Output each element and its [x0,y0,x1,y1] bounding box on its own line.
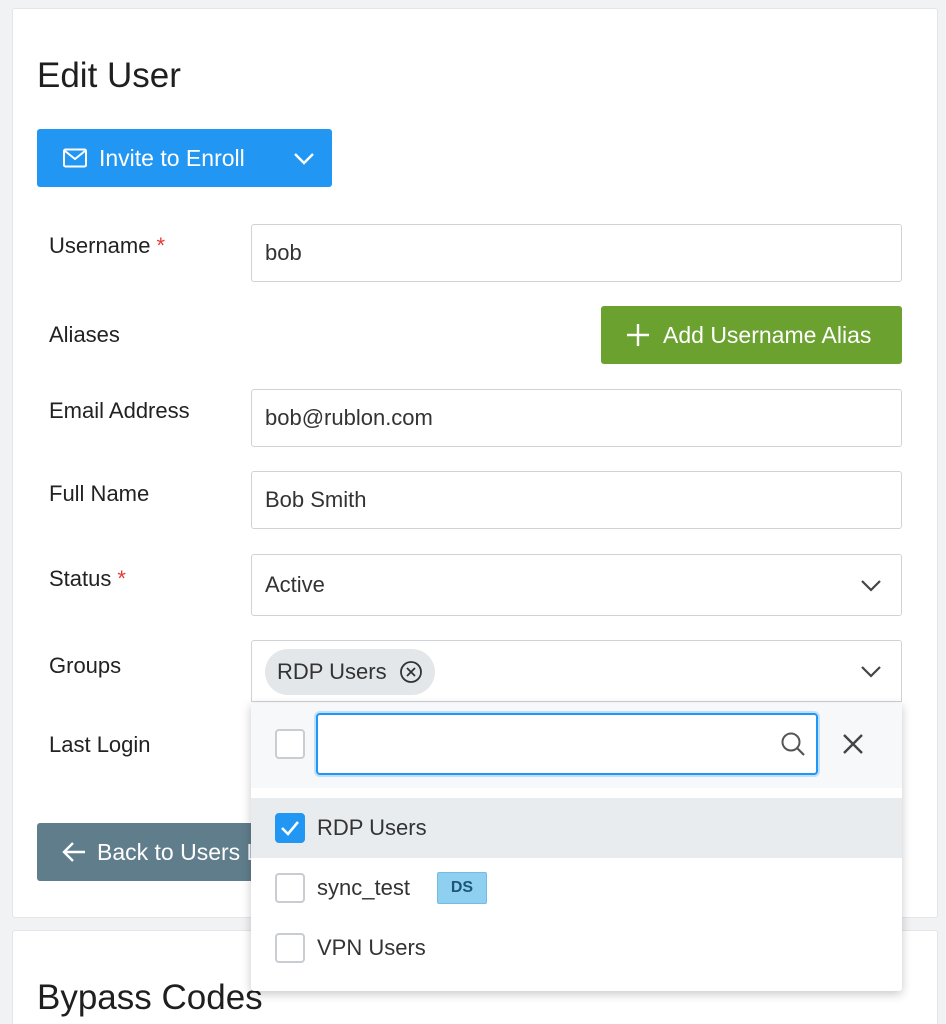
group-option-checkbox[interactable] [275,813,305,843]
email-label: Email Address [49,398,190,423]
username-input[interactable]: bob [251,224,902,282]
last-login-label: Last Login [49,732,151,757]
groups-multiselect[interactable]: RDP Users [251,640,902,702]
username-value: bob [265,240,302,265]
full-name-label: Full Name [49,481,150,506]
arrow-left-icon [61,839,87,865]
full-name-value: Bob Smith [265,487,367,512]
group-option-label: sync_test [317,875,410,900]
invite-to-enroll-button[interactable]: Invite to Enroll [37,129,332,187]
full-name-field[interactable]: Bob Smith [251,471,902,529]
groups-dropdown-header [251,703,902,788]
add-username-alias-button[interactable]: Add Username Alias [601,306,902,364]
back-to-users-label: Back to Users List [97,838,277,865]
plus-icon [625,322,651,348]
required-mark: * [117,566,126,591]
group-option-sync-test[interactable]: sync_test DS [251,858,902,918]
select-all-checkbox[interactable] [275,729,305,759]
group-chip-label: RDP Users [277,659,387,684]
email-value: bob@rublon.com [265,405,433,430]
add-username-alias-label: Add Username Alias [663,321,872,348]
required-mark: * [156,233,166,258]
invite-to-enroll-label: Invite to Enroll [99,144,245,171]
checkmark-icon [281,821,299,836]
directory-sync-badge: DS [437,872,487,904]
status-select[interactable]: Active [251,554,902,616]
status-value: Active [265,572,325,597]
circle-x-icon[interactable] [399,660,423,684]
close-icon[interactable] [839,730,867,758]
status-label: Status * [49,566,126,591]
envelope-icon [63,146,87,170]
groups-search-input[interactable] [316,713,818,775]
bypass-codes-title: Bypass Codes [37,978,263,1017]
group-option-label: RDP Users [317,815,427,840]
email-field[interactable]: bob@rublon.com [251,389,902,447]
aliases-label: Aliases [49,322,120,347]
group-option-vpn-users[interactable]: VPN Users [251,918,902,978]
group-option-checkbox[interactable] [275,933,305,963]
group-chip-rdp-users: RDP Users [265,649,435,695]
back-to-users-button[interactable]: Back to Users List [37,823,277,881]
username-label: Username * [49,233,166,258]
groups-label: Groups [49,653,122,678]
chevron-down-icon [859,659,883,683]
magnifier-icon [780,731,806,757]
group-option-label: VPN Users [317,935,426,960]
chevron-down-icon[interactable] [292,146,316,170]
chevron-down-icon [859,573,883,597]
page-title: Edit User [37,56,181,95]
group-option-checkbox[interactable] [275,873,305,903]
groups-dropdown: RDP Users sync_test DS VPN Users [251,703,902,991]
group-option-rdp-users[interactable]: RDP Users [251,798,902,858]
